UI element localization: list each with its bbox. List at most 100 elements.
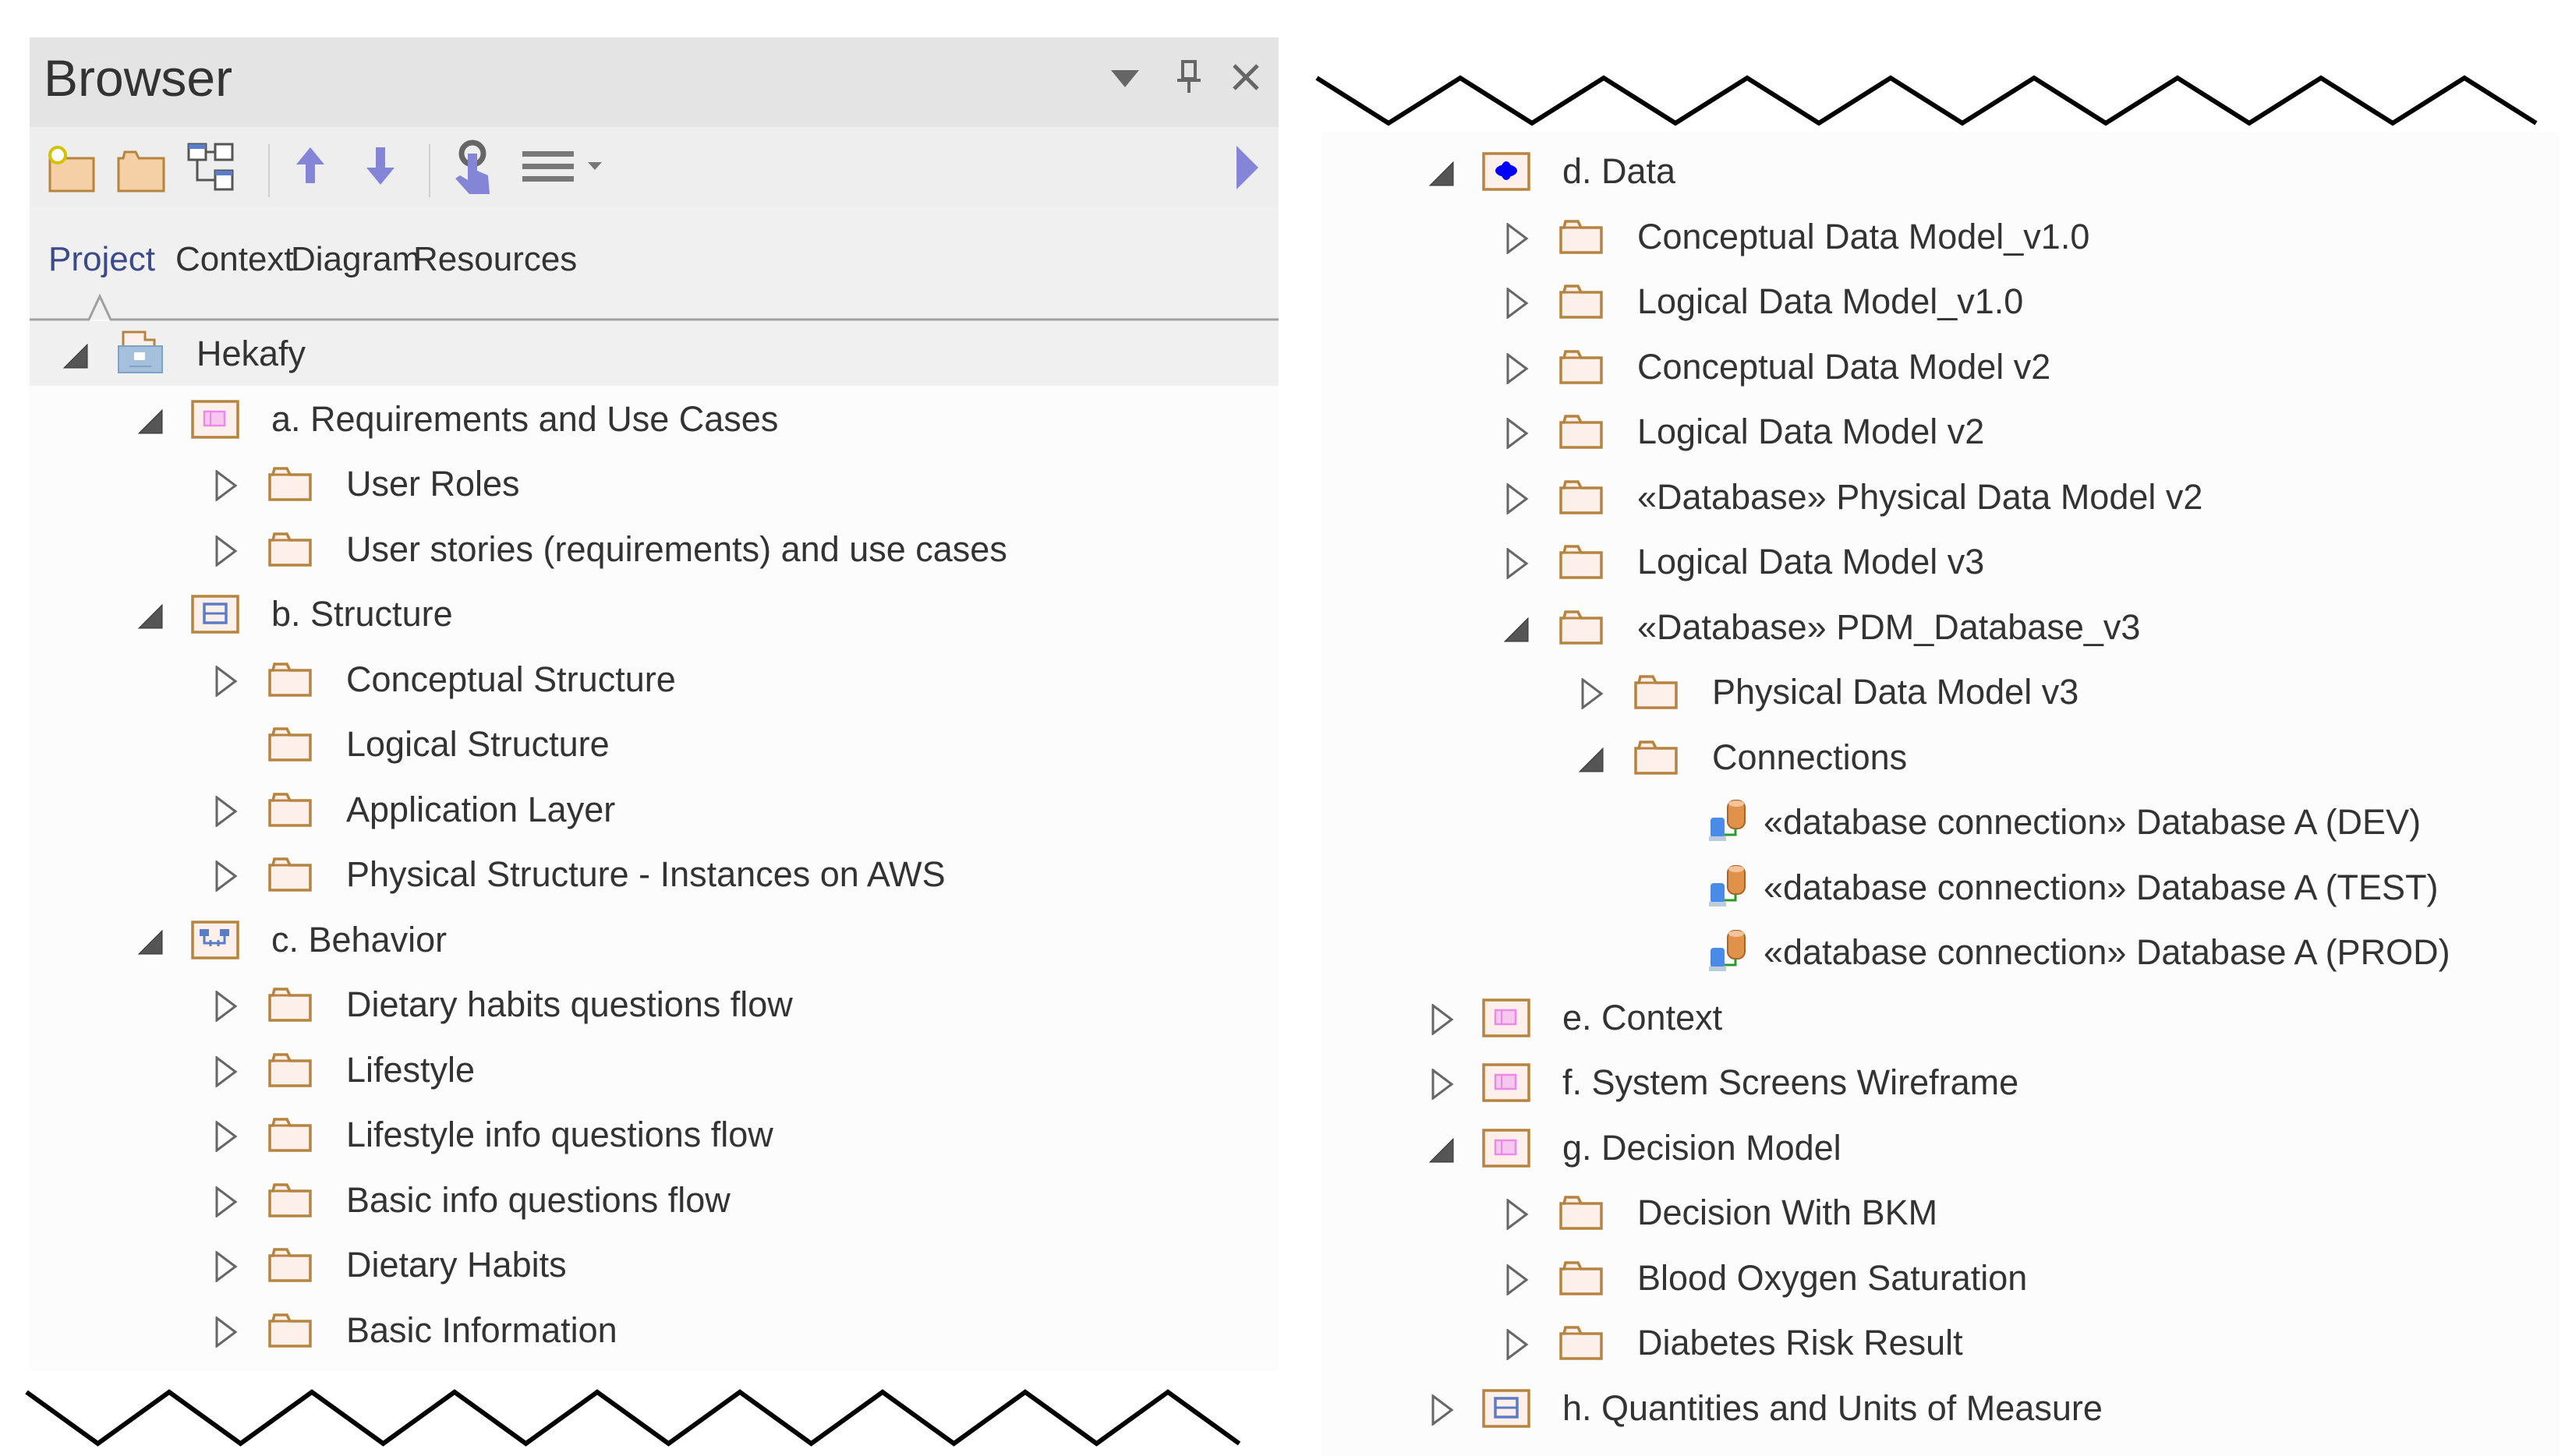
pin-button[interactable] [1169, 58, 1208, 97]
tab-project[interactable]: Project [48, 238, 155, 281]
pin-icon [1177, 60, 1201, 93]
tree-item[interactable]: Dietary habits questions flow [30, 972, 1279, 1037]
expand-toggle-icon[interactable] [212, 794, 240, 828]
tree-item-label: c. Behavior [271, 919, 448, 959]
tree-item[interactable]: d. Data [1321, 139, 2559, 203]
expand-toggle-icon[interactable] [212, 1250, 240, 1283]
collapse-toggle-icon[interactable] [137, 600, 165, 631]
folder-icon [265, 724, 315, 765]
expand-toggle-icon[interactable] [212, 1120, 240, 1153]
tree-item[interactable]: «database connection» Database A (DEV) [1321, 790, 2559, 854]
expand-toggle-icon[interactable] [212, 1315, 240, 1348]
tab-diagram[interactable]: Diagram [291, 238, 420, 281]
tree-item[interactable]: Conceptual Structure [30, 647, 1279, 712]
expand-toggle-icon[interactable] [212, 664, 240, 698]
tree-item-label: g. Decision Model [1562, 1127, 1841, 1168]
collapse-toggle-icon[interactable] [1428, 1134, 1456, 1165]
tree-item[interactable]: «Database» PDM_Database_v3 [1321, 595, 2559, 659]
tree-item[interactable]: Basic Information [30, 1298, 1279, 1362]
tree-item[interactable]: Connections [1321, 725, 2559, 790]
folder-icon [1631, 672, 1681, 712]
database-connection-icon [1706, 863, 1756, 906]
expand-toggle-icon[interactable] [1503, 287, 1531, 320]
expand-toggle-icon[interactable] [1578, 677, 1606, 710]
new-folder-button[interactable] [115, 143, 165, 193]
tree-item[interactable]: Logical Data Model_v1.0 [1321, 269, 2559, 334]
expand-toggle-icon[interactable] [212, 1055, 240, 1088]
options-menu-button[interactable] [521, 143, 607, 193]
tree-item[interactable]: Decision With BKM [1321, 1180, 2559, 1245]
expand-toggle-icon[interactable] [1503, 221, 1531, 255]
expand-toggle-icon[interactable] [212, 469, 240, 502]
tree-item[interactable]: Logical Data Model v3 [1321, 529, 2559, 594]
tree-item[interactable]: «database connection» Database A (PROD) [1321, 920, 2559, 984]
collapse-toggle-icon[interactable] [1578, 744, 1606, 775]
tree-item[interactable]: «database connection» Database A (TEST) [1321, 855, 2559, 920]
more-button[interactable] [1222, 143, 1272, 193]
model-root-icon [115, 329, 165, 373]
tree-item[interactable]: User Roles [30, 451, 1279, 516]
expand-toggle-icon[interactable] [1503, 1263, 1531, 1296]
collapse-toggle-icon[interactable] [1503, 613, 1531, 645]
tree-item[interactable]: h. Quantities and Units of Measure [1321, 1376, 2559, 1440]
tree-item[interactable]: Lifestyle info questions flow [30, 1102, 1279, 1167]
tree-item-label: Logical Structure [346, 724, 610, 764]
folder-icon [1556, 217, 1606, 257]
tree-item[interactable]: User stories (requirements) and use case… [30, 517, 1279, 581]
tree-item[interactable]: Lifestyle [30, 1037, 1279, 1102]
tree-item[interactable]: Blood Oxygen Saturation [1321, 1246, 2559, 1310]
move-up-button[interactable] [285, 143, 335, 193]
expand-toggle-icon[interactable] [1503, 1198, 1531, 1231]
structure-package-icon [190, 594, 240, 634]
locate-button[interactable] [449, 140, 499, 194]
expand-toggle-icon[interactable] [1503, 1328, 1531, 1361]
expand-toggle-icon[interactable] [1428, 1002, 1456, 1036]
tab-context[interactable]: Context [175, 238, 294, 281]
expand-toggle-icon[interactable] [212, 860, 240, 892]
expand-toggle-icon[interactable] [1503, 482, 1531, 515]
tree-item[interactable]: c. Behavior [30, 907, 1279, 972]
tab-resources[interactable]: Resources [413, 238, 577, 281]
expand-toggle-icon[interactable] [1503, 417, 1531, 450]
tree-item[interactable]: Physical Data Model v3 [1321, 659, 2559, 724]
tree-item[interactable]: Basic info questions flow [30, 1168, 1279, 1232]
expand-toggle-icon[interactable] [212, 990, 240, 1023]
tree-item[interactable]: b. Structure [30, 581, 1279, 646]
tree-item[interactable]: Application Layer [30, 777, 1279, 842]
new-diagram-button[interactable] [186, 143, 235, 193]
new-package-button[interactable] [45, 143, 95, 193]
tree-item[interactable]: Physical Structure - Instances on AWS [30, 842, 1279, 906]
tree-item[interactable]: Hekafy [30, 321, 1279, 386]
expand-toggle-icon[interactable] [1503, 547, 1531, 580]
expand-toggle-icon[interactable] [212, 534, 240, 567]
close-button[interactable] [1226, 58, 1265, 97]
browser-title: Browser [44, 49, 233, 107]
package-icon [1481, 1062, 1531, 1103]
expand-toggle-icon[interactable] [212, 1185, 240, 1218]
folder-icon [265, 854, 315, 895]
tree-item[interactable]: e. Context [1321, 985, 2559, 1050]
expand-toggle-icon[interactable] [1503, 352, 1531, 385]
folder-icon [117, 150, 165, 193]
folder-icon [265, 1115, 315, 1155]
collapse-toggle-icon[interactable] [137, 926, 165, 957]
tree-item[interactable]: f. System Screens Wireframe [1321, 1050, 2559, 1115]
tree-item[interactable]: Logical Structure [30, 712, 1279, 776]
tree-item[interactable]: Diabetes Risk Result [1321, 1310, 2559, 1375]
move-down-button[interactable] [356, 143, 405, 193]
folder-icon [265, 529, 315, 570]
collapse-toggle-icon[interactable] [137, 405, 165, 436]
collapse-toggle-icon[interactable] [62, 340, 90, 371]
tree-item[interactable]: Conceptual Data Model v2 [1321, 334, 2559, 399]
tree-item[interactable]: Dietary Habits [30, 1232, 1279, 1297]
dropdown-button[interactable] [1106, 58, 1144, 97]
tree-item[interactable]: g. Decision Model [1321, 1115, 2559, 1180]
expand-toggle-icon[interactable] [1428, 1393, 1456, 1426]
expand-toggle-icon[interactable] [1428, 1068, 1456, 1101]
tree-item[interactable]: «Database» Physical Data Model v2 [1321, 465, 2559, 529]
tree-item[interactable]: Logical Data Model v2 [1321, 399, 2559, 464]
tree-item[interactable]: a. Requirements and Use Cases [30, 387, 1279, 451]
tree-item[interactable]: Conceptual Data Model_v1.0 [1321, 204, 2559, 269]
tree-item-label: «Database» Physical Data Model v2 [1637, 476, 2203, 517]
collapse-toggle-icon[interactable] [1428, 157, 1456, 189]
